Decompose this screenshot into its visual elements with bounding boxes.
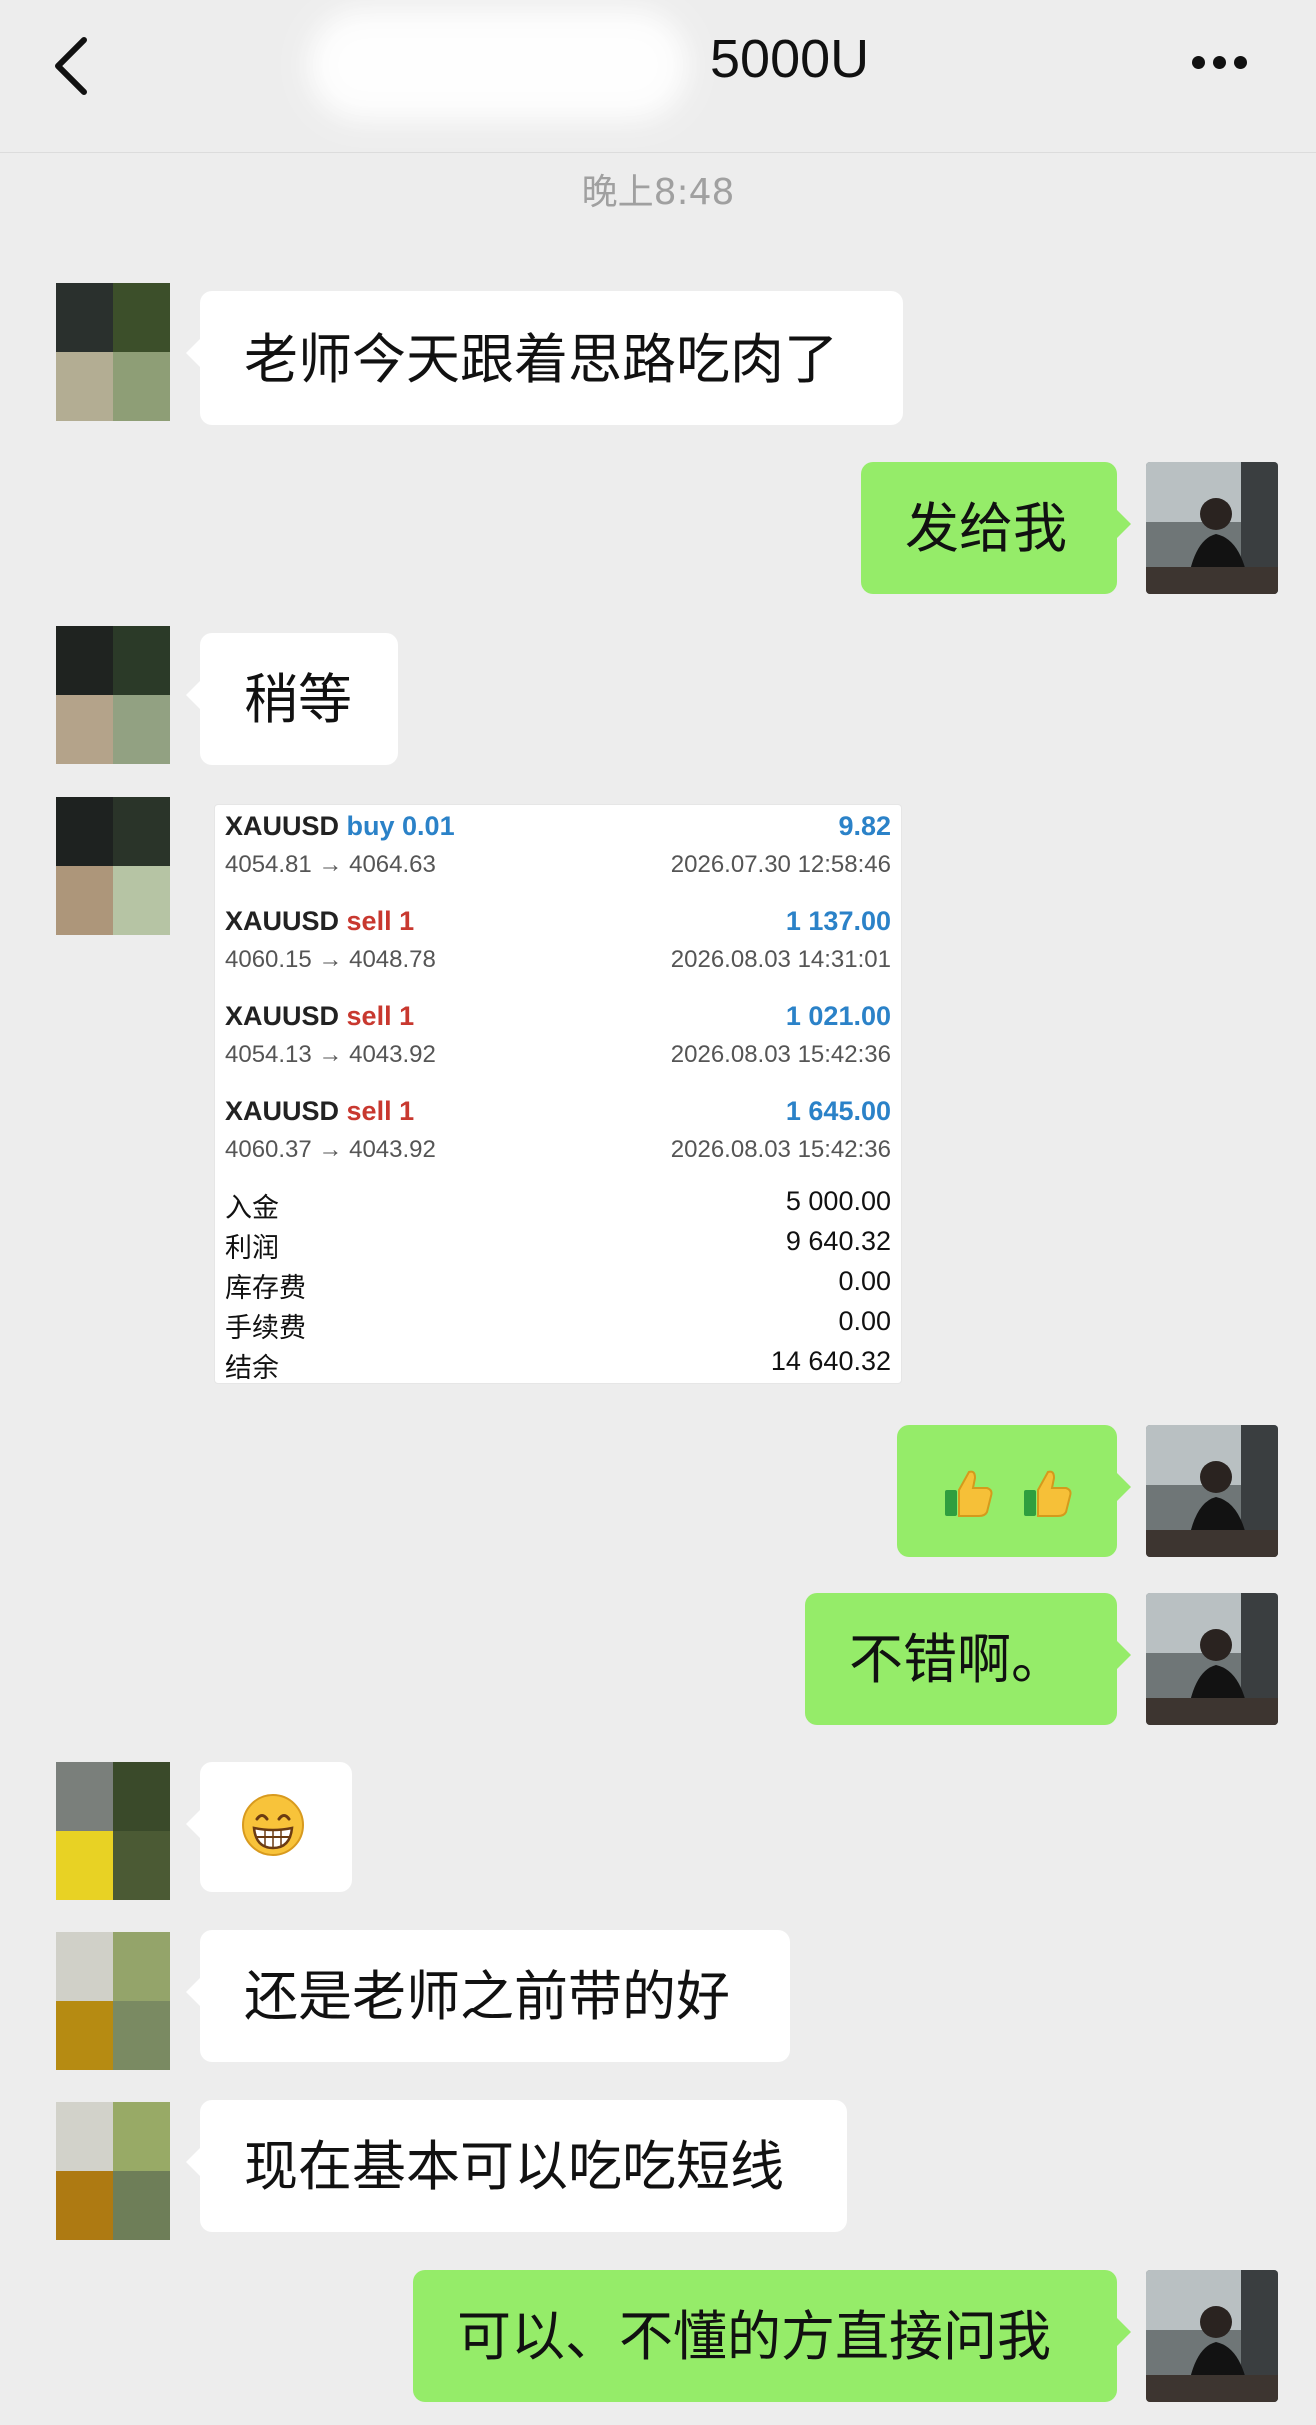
message-bubble[interactable]: 还是老师之前带的好 [186, 1930, 790, 2062]
trade-row: XAUUSD sell 1 1 137.00 4060.15 → 4048.78… [225, 906, 891, 973]
message-bubble[interactable]: 发给我 [861, 462, 1131, 594]
my-avatar[interactable] [1146, 462, 1278, 594]
message-bubble[interactable]: 可以、不懂的方直接问我 [413, 2270, 1131, 2402]
grin-emoji-icon [242, 1794, 304, 1856]
my-avatar[interactable] [1146, 1593, 1278, 1725]
trade-row: XAUUSD buy 0.01 9.82 4054.81 → 4064.63 2… [225, 811, 891, 878]
summary-row: 结余 14 640.32 [225, 1346, 891, 1384]
summary-row: 手续费 0.00 [225, 1306, 891, 1344]
trade-row: XAUUSD sell 1 1 021.00 4054.13 → 4043.92… [225, 1001, 891, 1068]
my-avatar[interactable] [1146, 2270, 1278, 2402]
message-bubble[interactable]: 👍👍 [897, 1425, 1131, 1557]
my-avatar[interactable] [1146, 1425, 1278, 1557]
contact-avatar[interactable] [56, 1762, 170, 1900]
chat-header: 5000U [0, 0, 1316, 153]
summary-row: 入金 5 000.00 [225, 1186, 891, 1224]
message-bubble[interactable]: 稍等 [186, 633, 398, 765]
chevron-left-icon[interactable] [48, 34, 98, 98]
message-bubble[interactable]: 老师今天跟着思路吃肉了 [186, 291, 903, 425]
message-bubble[interactable]: 😁 [186, 1762, 352, 1892]
trade-row: XAUUSD sell 1 1 645.00 4060.37 → 4043.92… [225, 1096, 891, 1163]
thumbs-up-icon [1024, 1470, 1072, 1518]
contact-avatar[interactable] [56, 1932, 170, 2070]
contact-avatar[interactable] [56, 2102, 170, 2240]
contact-avatar[interactable] [56, 797, 170, 935]
message-bubble[interactable]: 不错啊。 [805, 1593, 1131, 1725]
trade-history-image[interactable]: XAUUSD buy 0.01 9.82 4054.81 → 4064.63 2… [214, 804, 902, 1384]
summary-row: 利润 9 640.32 [225, 1226, 891, 1264]
message-timestamp: 晚上8:48 [581, 172, 735, 213]
thumbs-up-icon [945, 1470, 993, 1518]
blurred-contact-name [308, 10, 688, 120]
more-dots-icon[interactable] [1192, 54, 1256, 69]
message-bubble[interactable]: 现在基本可以吃吃短线 [186, 2100, 847, 2232]
contact-avatar[interactable] [56, 626, 170, 764]
contact-avatar[interactable] [56, 283, 170, 421]
chat-title: 5000U [710, 29, 870, 89]
summary-row: 库存费 0.00 [225, 1266, 891, 1304]
